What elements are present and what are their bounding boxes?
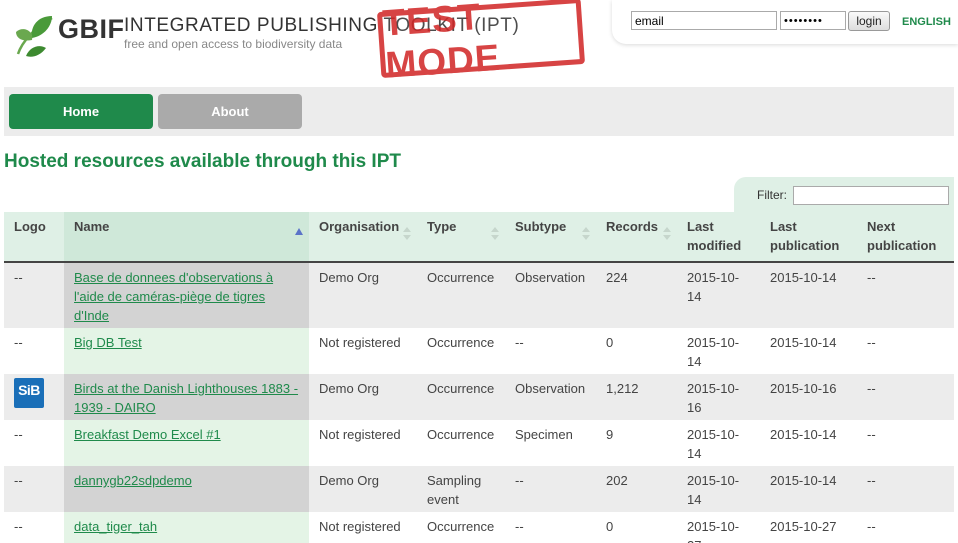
column-header-last-publication[interactable]: Last publication (760, 212, 857, 263)
cell-type: Occurrence (417, 374, 505, 420)
email-field[interactable] (631, 11, 777, 30)
table-row: -- data_tiger_tah Not registered Occurre… (4, 512, 954, 543)
resource-link[interactable]: Breakfast Demo Excel #1 (74, 427, 221, 442)
gbif-leaf-logo-icon (16, 16, 53, 57)
sort-ascending-icon (295, 228, 303, 235)
column-header-last-modified[interactable]: Last modified (677, 212, 760, 263)
resource-link[interactable]: data_tiger_tah (74, 519, 157, 534)
cell-logo: -- (4, 328, 64, 374)
cell-organisation: Demo Org (309, 262, 417, 328)
cell-last-publication: 2015-10-27 (760, 512, 857, 543)
resource-link[interactable]: Big DB Test (74, 335, 142, 350)
cell-organisation: Not registered (309, 420, 417, 466)
page-title: Hosted resources available through this … (4, 151, 401, 172)
cell-next-publication: -- (857, 262, 954, 328)
test-mode-stamp: TEST MODE (376, 0, 586, 86)
sort-arrows-icon (663, 227, 671, 243)
cell-last-modified: 2015-10-16 (677, 374, 760, 420)
cell-next-publication: -- (857, 420, 954, 466)
cell-last-publication: 2015-10-14 (760, 420, 857, 466)
table-row: SiB Birds at the Danish Lighthouses 1883… (4, 374, 954, 420)
cell-organisation: Demo Org (309, 466, 417, 512)
resource-link[interactable]: dannygb22sdpdemo (74, 473, 192, 488)
cell-next-publication: -- (857, 328, 954, 374)
cell-type: Occurrence (417, 512, 505, 543)
cell-last-publication: 2015-10-14 (760, 328, 857, 374)
login-button[interactable]: login (848, 11, 890, 31)
brand-logo[interactable]: GBIF (58, 14, 125, 45)
cell-subtype: -- (505, 466, 596, 512)
table-header-row: Logo Name Organisation Type Subtype Reco… (4, 212, 954, 263)
cell-last-modified: 2015-10-14 (677, 262, 760, 328)
cell-subtype: Observation (505, 262, 596, 328)
cell-next-publication: -- (857, 374, 954, 420)
nav-home-button[interactable]: Home (9, 94, 153, 129)
resource-link[interactable]: Birds at the Danish Lighthouses 1883 - 1… (74, 381, 298, 415)
cell-logo: -- (4, 262, 64, 328)
column-header-organisation[interactable]: Organisation (309, 212, 417, 263)
cell-last-modified: 2015-10-14 (677, 420, 760, 466)
column-header-name[interactable]: Name (64, 212, 309, 263)
cell-subtype: Observation (505, 374, 596, 420)
cell-organisation: Not registered (309, 328, 417, 374)
cell-records: 0 (596, 512, 677, 543)
cell-organisation: Not registered (309, 512, 417, 543)
cell-records: 1,212 (596, 374, 677, 420)
app-tagline: free and open access to biodiversity dat… (124, 37, 343, 51)
column-header-subtype[interactable]: Subtype (505, 212, 596, 263)
table-row: -- dannygb22sdpdemo Demo Org Sampling ev… (4, 466, 954, 512)
language-selector[interactable]: ENGLISH (902, 16, 951, 28)
cell-last-modified: 2015-10-14 (677, 466, 760, 512)
cell-records: 0 (596, 328, 677, 374)
cell-last-publication: 2015-10-14 (760, 466, 857, 512)
resource-link[interactable]: Base de donnees d'observations à l'aide … (74, 270, 273, 323)
cell-records: 9 (596, 420, 677, 466)
cell-type: Occurrence (417, 420, 505, 466)
table-row: -- Base de donnees d'observations à l'ai… (4, 262, 954, 328)
cell-logo: -- (4, 420, 64, 466)
cell-type: Sampling event (417, 466, 505, 512)
cell-next-publication: -- (857, 512, 954, 543)
column-header-next-publication[interactable]: Next publication (857, 212, 954, 263)
cell-subtype: -- (505, 328, 596, 374)
cell-next-publication: -- (857, 466, 954, 512)
cell-type: Occurrence (417, 328, 505, 374)
cell-last-publication: 2015-10-16 (760, 374, 857, 420)
resources-table: Logo Name Organisation Type Subtype Reco… (4, 212, 954, 543)
cell-records: 224 (596, 262, 677, 328)
resource-logo-image[interactable]: SiB (14, 378, 44, 408)
password-field[interactable] (780, 11, 846, 30)
sort-arrows-icon (582, 227, 590, 243)
column-header-logo: Logo (4, 212, 64, 263)
cell-subtype: Specimen (505, 420, 596, 466)
table-row: -- Big DB Test Not registered Occurrence… (4, 328, 954, 374)
cell-logo: -- (4, 466, 64, 512)
cell-logo: -- (4, 512, 64, 543)
sort-arrows-icon (403, 227, 411, 243)
column-header-type[interactable]: Type (417, 212, 505, 263)
cell-organisation: Demo Org (309, 374, 417, 420)
table-row: -- Breakfast Demo Excel #1 Not registere… (4, 420, 954, 466)
sort-arrows-icon (491, 227, 499, 243)
cell-records: 202 (596, 466, 677, 512)
cell-last-publication: 2015-10-14 (760, 262, 857, 328)
column-header-records[interactable]: Records (596, 212, 677, 263)
cell-subtype: -- (505, 512, 596, 543)
filter-label: Filter: (757, 188, 787, 202)
cell-last-modified: 2015-10-27 (677, 512, 760, 543)
filter-input[interactable] (793, 186, 949, 205)
nav-about-button[interactable]: About (158, 94, 302, 129)
cell-type: Occurrence (417, 262, 505, 328)
cell-last-modified: 2015-10-14 (677, 328, 760, 374)
